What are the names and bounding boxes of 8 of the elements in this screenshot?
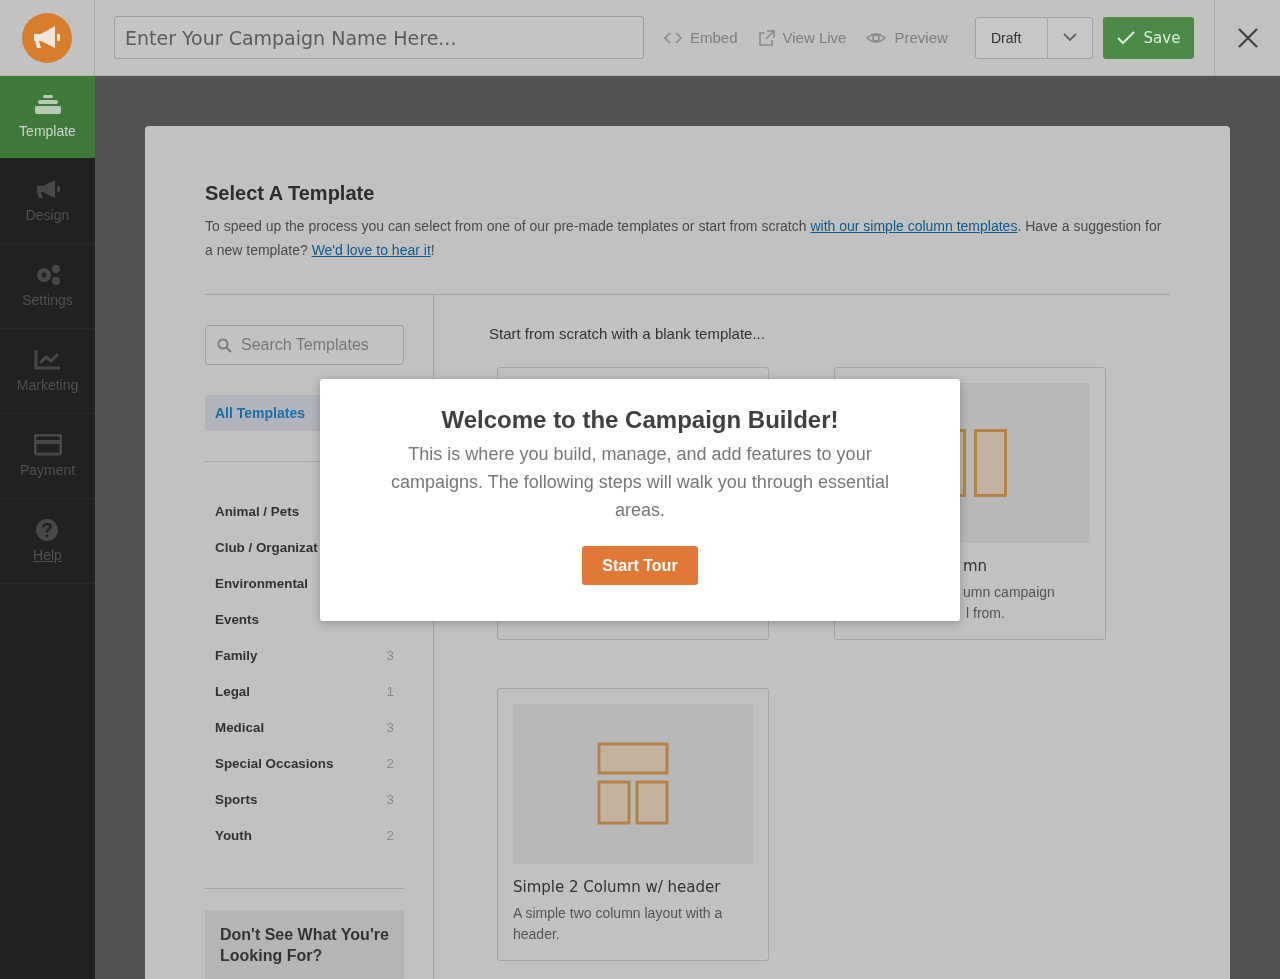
- intro-paragraph: To speed up the process you can select from one of our pre-made templates or start from scratch with our simple column templates. Have a suggestion for a new template? We'd love to hear it!: [205, 217, 1163, 260]
- card-title: mn: [963, 557, 988, 575]
- card-title: Simple 2 Column w/ header: [513, 878, 721, 896]
- section-subtitle: Start from scratch with a blank template...: [489, 325, 766, 342]
- card-description: umn campaign l from.: [962, 583, 1056, 623]
- section-title: Select A Template: [205, 182, 376, 205]
- help-box: Don't See What You're Looking For?: [205, 910, 404, 979]
- card-description: A simple two column layout with a header.: [513, 904, 724, 944]
